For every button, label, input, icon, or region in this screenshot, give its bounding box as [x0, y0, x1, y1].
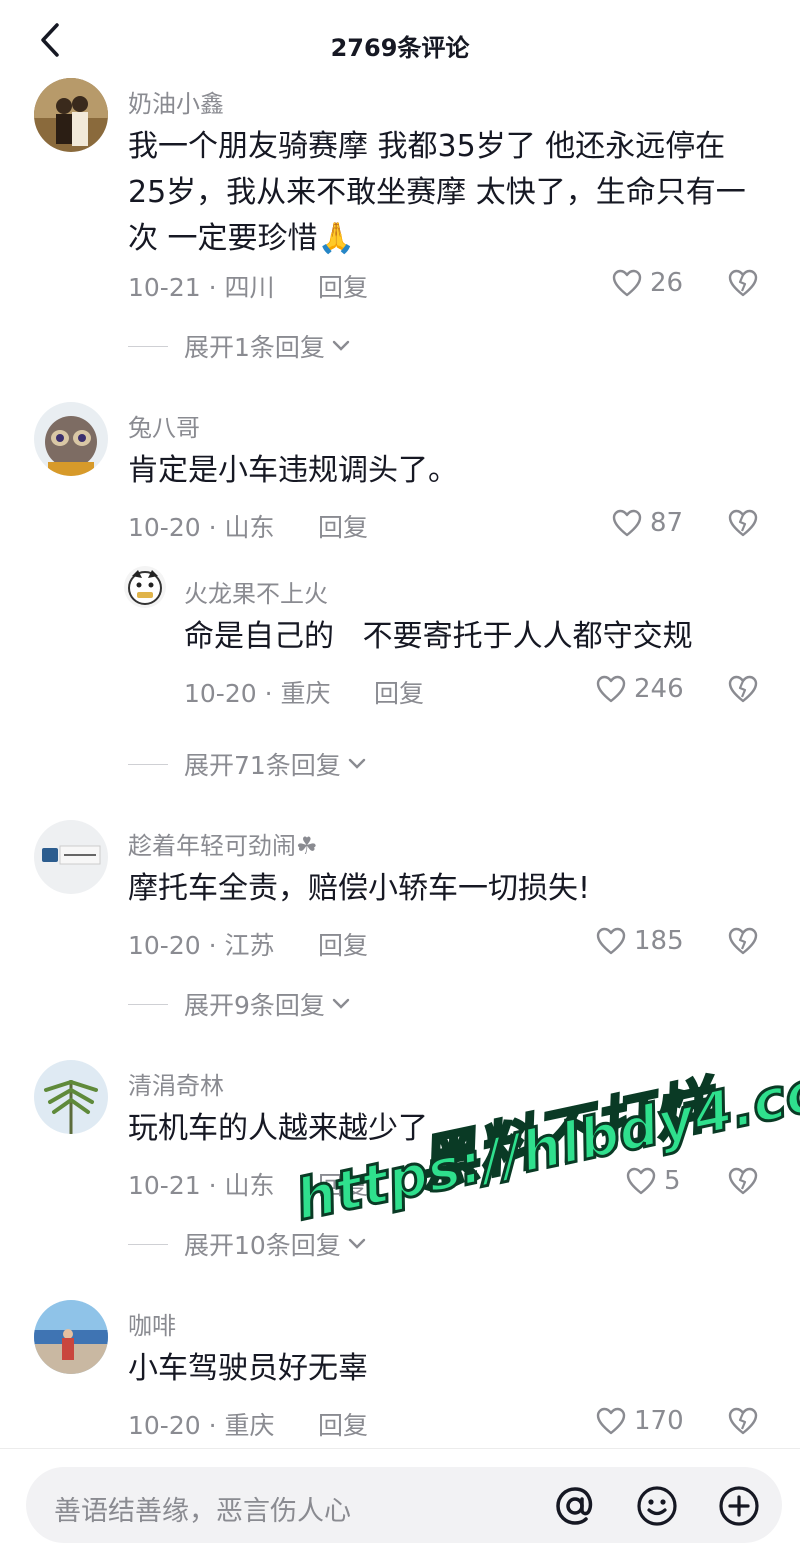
- like-button[interactable]: 185: [596, 926, 684, 956]
- expand-replies-button[interactable]: 展开1条回复: [128, 328, 351, 364]
- chevron-down-icon: [332, 998, 350, 1009]
- avatar[interactable]: [34, 1060, 108, 1134]
- comment-input-placeholder: 善语结善缘，恶言伤人心: [54, 1496, 351, 1527]
- dislike-icon[interactable]: [728, 675, 758, 703]
- dislike-icon[interactable]: [728, 1167, 758, 1195]
- comment-username[interactable]: 奶油小鑫: [128, 84, 224, 119]
- reply-button[interactable]: 回复: [318, 926, 368, 962]
- comment-text: 小车驾驶员好无辜: [128, 1346, 768, 1392]
- heart-icon: [612, 269, 642, 297]
- comment-input[interactable]: 善语结善缘，恶言伤人心: [26, 1467, 782, 1543]
- comment-text-line: 次 一定要珍惜🙏: [128, 221, 355, 256]
- comment-meta: 10-20 · 山东: [128, 513, 275, 542]
- comment-text: 肯定是小车违规调头了。: [128, 448, 768, 494]
- comment-meta: 10-21 · 四川: [128, 273, 275, 302]
- like-button[interactable]: 246: [596, 674, 684, 704]
- expand-replies-button[interactable]: 展开71条回复: [128, 746, 367, 782]
- chevron-down-icon: [332, 340, 350, 351]
- reply-button[interactable]: 回复: [374, 674, 424, 710]
- page-title: 2769条评论: [330, 34, 470, 62]
- comment-text-line: 玩机车的人越来越少了: [128, 1111, 428, 1146]
- avatar[interactable]: [34, 1300, 108, 1374]
- expand-replies-button[interactable]: 展开9条回复: [128, 986, 351, 1022]
- chevron-down-icon: [348, 1238, 366, 1249]
- header: 2769条评论: [0, 0, 800, 84]
- comment-username[interactable]: 趁着年轻可劲闹☘: [128, 826, 318, 861]
- comment-text: 摩托车全责，赔偿小轿车一切损失!: [128, 866, 768, 912]
- heart-icon: [626, 1167, 656, 1195]
- comment-text-line: 25岁，我从来不敢坐赛摩 太快了，生命只有一: [128, 175, 746, 210]
- like-count: 26: [650, 268, 684, 298]
- expand-replies-button[interactable]: 展开10条回复: [128, 1226, 367, 1262]
- plus-icon[interactable]: [716, 1483, 762, 1529]
- like-button[interactable]: 87: [612, 508, 683, 538]
- like-count: 185: [634, 926, 684, 956]
- comment-text-line: 肯定是小车违规调头了。: [128, 453, 458, 488]
- like-button[interactable]: 5: [626, 1166, 681, 1196]
- comment-text-line: 摩托车全责，赔偿小轿车一切损失!: [128, 871, 591, 906]
- comment-meta: 10-20 · 江苏: [128, 931, 275, 960]
- like-count: 87: [650, 508, 684, 538]
- reply-username[interactable]: 火龙果不上火: [184, 574, 328, 609]
- reply-button[interactable]: 回复: [318, 1166, 368, 1202]
- like-button[interactable]: 170: [596, 1406, 684, 1436]
- heart-icon: [596, 675, 626, 703]
- divider: [128, 1003, 168, 1005]
- divider: [128, 763, 168, 765]
- avatar[interactable]: [34, 78, 108, 152]
- like-count: 5: [664, 1166, 681, 1196]
- comment-meta: 10-21 · 山东: [128, 1171, 275, 1200]
- reply-button[interactable]: 回复: [318, 268, 368, 304]
- reply-button[interactable]: 回复: [318, 1406, 368, 1442]
- heart-icon: [596, 1407, 626, 1435]
- dislike-icon[interactable]: [728, 1407, 758, 1435]
- comment-username[interactable]: 清涓奇林: [128, 1066, 224, 1101]
- chevron-down-icon: [348, 758, 366, 769]
- expand-label: 展开9条回复: [184, 991, 325, 1020]
- like-count: 246: [634, 674, 684, 704]
- dislike-icon[interactable]: [728, 927, 758, 955]
- heart-icon: [596, 927, 626, 955]
- reply-text: 命是自己的 不要寄托于人人都守交规: [184, 619, 693, 654]
- dislike-icon[interactable]: [728, 269, 758, 297]
- comment-text-line: 我一个朋友骑赛摩 我都35岁了 他还永远停在: [128, 129, 726, 164]
- divider: [128, 345, 168, 347]
- comment-text: 玩机车的人越来越少了: [128, 1106, 768, 1152]
- at-icon[interactable]: [552, 1483, 598, 1529]
- divider: [128, 1243, 168, 1245]
- comment-text-line: 小车驾驶员好无辜: [128, 1351, 368, 1386]
- reply-meta: 10-20 · 重庆: [184, 679, 331, 708]
- comment-username[interactable]: 兔八哥: [128, 408, 200, 443]
- dislike-icon[interactable]: [728, 509, 758, 537]
- reply-avatar[interactable]: [124, 566, 166, 608]
- reply-button[interactable]: 回复: [318, 508, 368, 544]
- emoji-icon[interactable]: [634, 1483, 680, 1529]
- avatar[interactable]: [34, 402, 108, 476]
- comment-meta: 10-20 · 重庆: [128, 1411, 275, 1440]
- expand-label: 展开71条回复: [184, 751, 341, 780]
- like-count: 170: [634, 1406, 684, 1436]
- comment-username[interactable]: 咖啡: [128, 1306, 176, 1341]
- like-button[interactable]: 26: [612, 268, 683, 298]
- comment-text: 我一个朋友骑赛摩 我都35岁了 他还永远停在 25岁，我从来不敢坐赛摩 太快了，…: [128, 124, 768, 262]
- expand-label: 展开10条回复: [184, 1231, 341, 1260]
- heart-icon: [612, 509, 642, 537]
- comment-input-bar: 善语结善缘，恶言伤人心: [0, 1448, 800, 1552]
- expand-label: 展开1条回复: [184, 333, 325, 362]
- avatar[interactable]: [34, 820, 108, 894]
